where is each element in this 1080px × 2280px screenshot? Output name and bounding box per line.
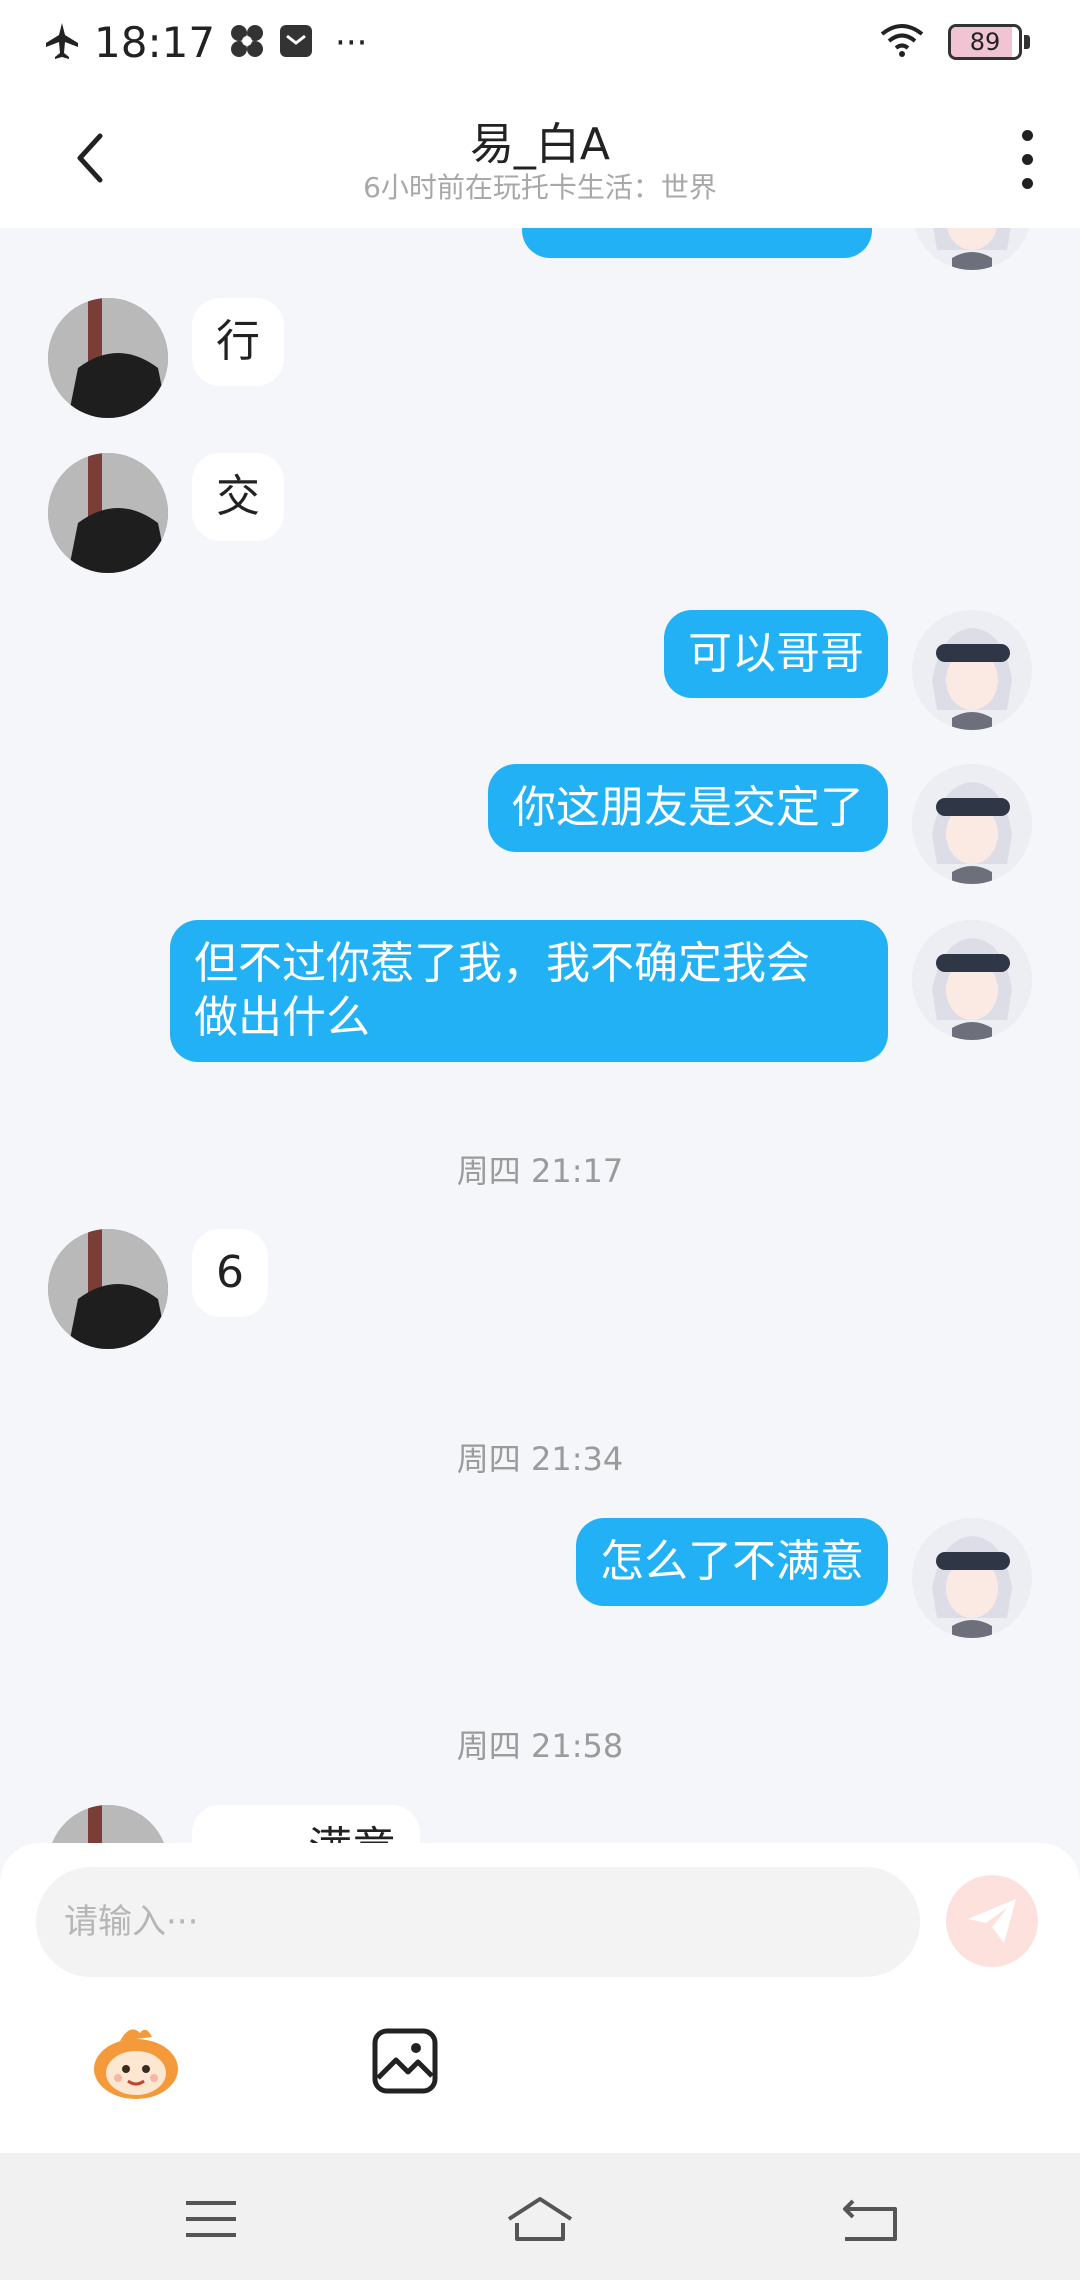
anime-avatar-icon xyxy=(912,1518,1032,1638)
incoming-bubble[interactable]: 交 xyxy=(192,453,284,541)
timestamp: 周四 21:34 xyxy=(456,1440,624,1478)
my-avatar[interactable] xyxy=(912,920,1032,1040)
status-time: 18:17 xyxy=(94,18,216,67)
input-panel xyxy=(0,1843,1080,2153)
home-icon xyxy=(507,2197,573,2241)
airplane-icon xyxy=(44,21,80,65)
outgoing-bubble[interactable]: 但不过你惹了我，我不确定我会 做出什么 xyxy=(170,920,888,1062)
chat-header: 易_白A 6小时前在玩托卡生活：世界 xyxy=(0,84,1080,228)
outgoing-bubble[interactable]: 你这朋友是交定了 xyxy=(488,764,888,852)
my-avatar[interactable] xyxy=(912,228,1032,270)
system-nav-bar xyxy=(0,2153,1080,2280)
anime-avatar-icon xyxy=(912,764,1032,884)
my-avatar[interactable] xyxy=(912,610,1032,730)
status-bar: 18:17 ··· 89 xyxy=(0,0,1080,84)
home-button[interactable] xyxy=(505,2189,575,2249)
outgoing-bubble[interactable]: 可以哥哥 xyxy=(664,610,888,698)
incoming-bubble[interactable]: 行 xyxy=(192,298,284,386)
status-more: ··· xyxy=(335,22,368,63)
battery-tip xyxy=(1024,35,1030,49)
incoming-bubble[interactable]: 6 xyxy=(192,1229,268,1317)
contact-photo-icon xyxy=(48,298,168,418)
pinwheel-icon xyxy=(229,23,265,63)
message-input[interactable] xyxy=(36,1867,920,1977)
menu-icon xyxy=(186,2201,236,2237)
back-nav-icon xyxy=(843,2199,897,2241)
contact-photo-icon xyxy=(48,453,168,573)
more-dot-icon xyxy=(1021,153,1033,165)
more-dot-icon xyxy=(1021,177,1033,189)
anime-avatar-icon xyxy=(912,228,1032,270)
message-app-icon xyxy=(279,24,313,62)
message-line: 但不过你惹了我，我不确定我会 xyxy=(194,938,810,989)
paper-plane-icon xyxy=(968,1899,1016,1943)
back-nav-button[interactable] xyxy=(835,2189,905,2249)
contact-photo-icon xyxy=(48,1805,168,1843)
wifi-icon xyxy=(880,22,924,62)
more-dot-icon xyxy=(1021,129,1033,141)
my-avatar[interactable] xyxy=(912,764,1032,884)
image-button[interactable] xyxy=(370,2026,440,2096)
message-list[interactable]: 行 交 可以哥哥 你这朋友是交定了 但不过你惹了我，我不确定我会 做出什么 周四… xyxy=(0,228,1080,1843)
my-avatar[interactable] xyxy=(912,1518,1032,1638)
send-button[interactable] xyxy=(946,1875,1038,1967)
message-line: 做出什么 xyxy=(194,992,370,1043)
contact-status: 6小时前在玩托卡生活：世界 xyxy=(363,171,717,204)
mascot-sticker-icon xyxy=(94,2029,178,2099)
outgoing-bubble[interactable] xyxy=(522,228,872,258)
incoming-bubble[interactable]: 满意 xyxy=(192,1805,420,1843)
contact-name: 易_白A xyxy=(469,119,611,170)
sticker-button[interactable] xyxy=(90,2023,182,2103)
anime-avatar-icon xyxy=(912,920,1032,1040)
outgoing-bubble[interactable]: 怎么了不满意 xyxy=(576,1518,888,1606)
contact-avatar[interactable] xyxy=(48,298,168,418)
battery-level: 89 xyxy=(969,28,1001,56)
timestamp: 周四 21:58 xyxy=(456,1727,624,1765)
timestamp: 周四 21:17 xyxy=(456,1152,624,1190)
anime-avatar-icon xyxy=(912,610,1032,730)
contact-photo-icon xyxy=(48,1229,168,1349)
image-icon xyxy=(372,2028,438,2094)
more-options-button[interactable] xyxy=(1002,124,1052,194)
contact-avatar[interactable] xyxy=(48,1229,168,1349)
contact-avatar[interactable] xyxy=(48,453,168,573)
contact-avatar[interactable] xyxy=(48,1805,168,1843)
battery-icon: 89 xyxy=(948,24,1022,60)
menu-button[interactable] xyxy=(176,2189,246,2249)
